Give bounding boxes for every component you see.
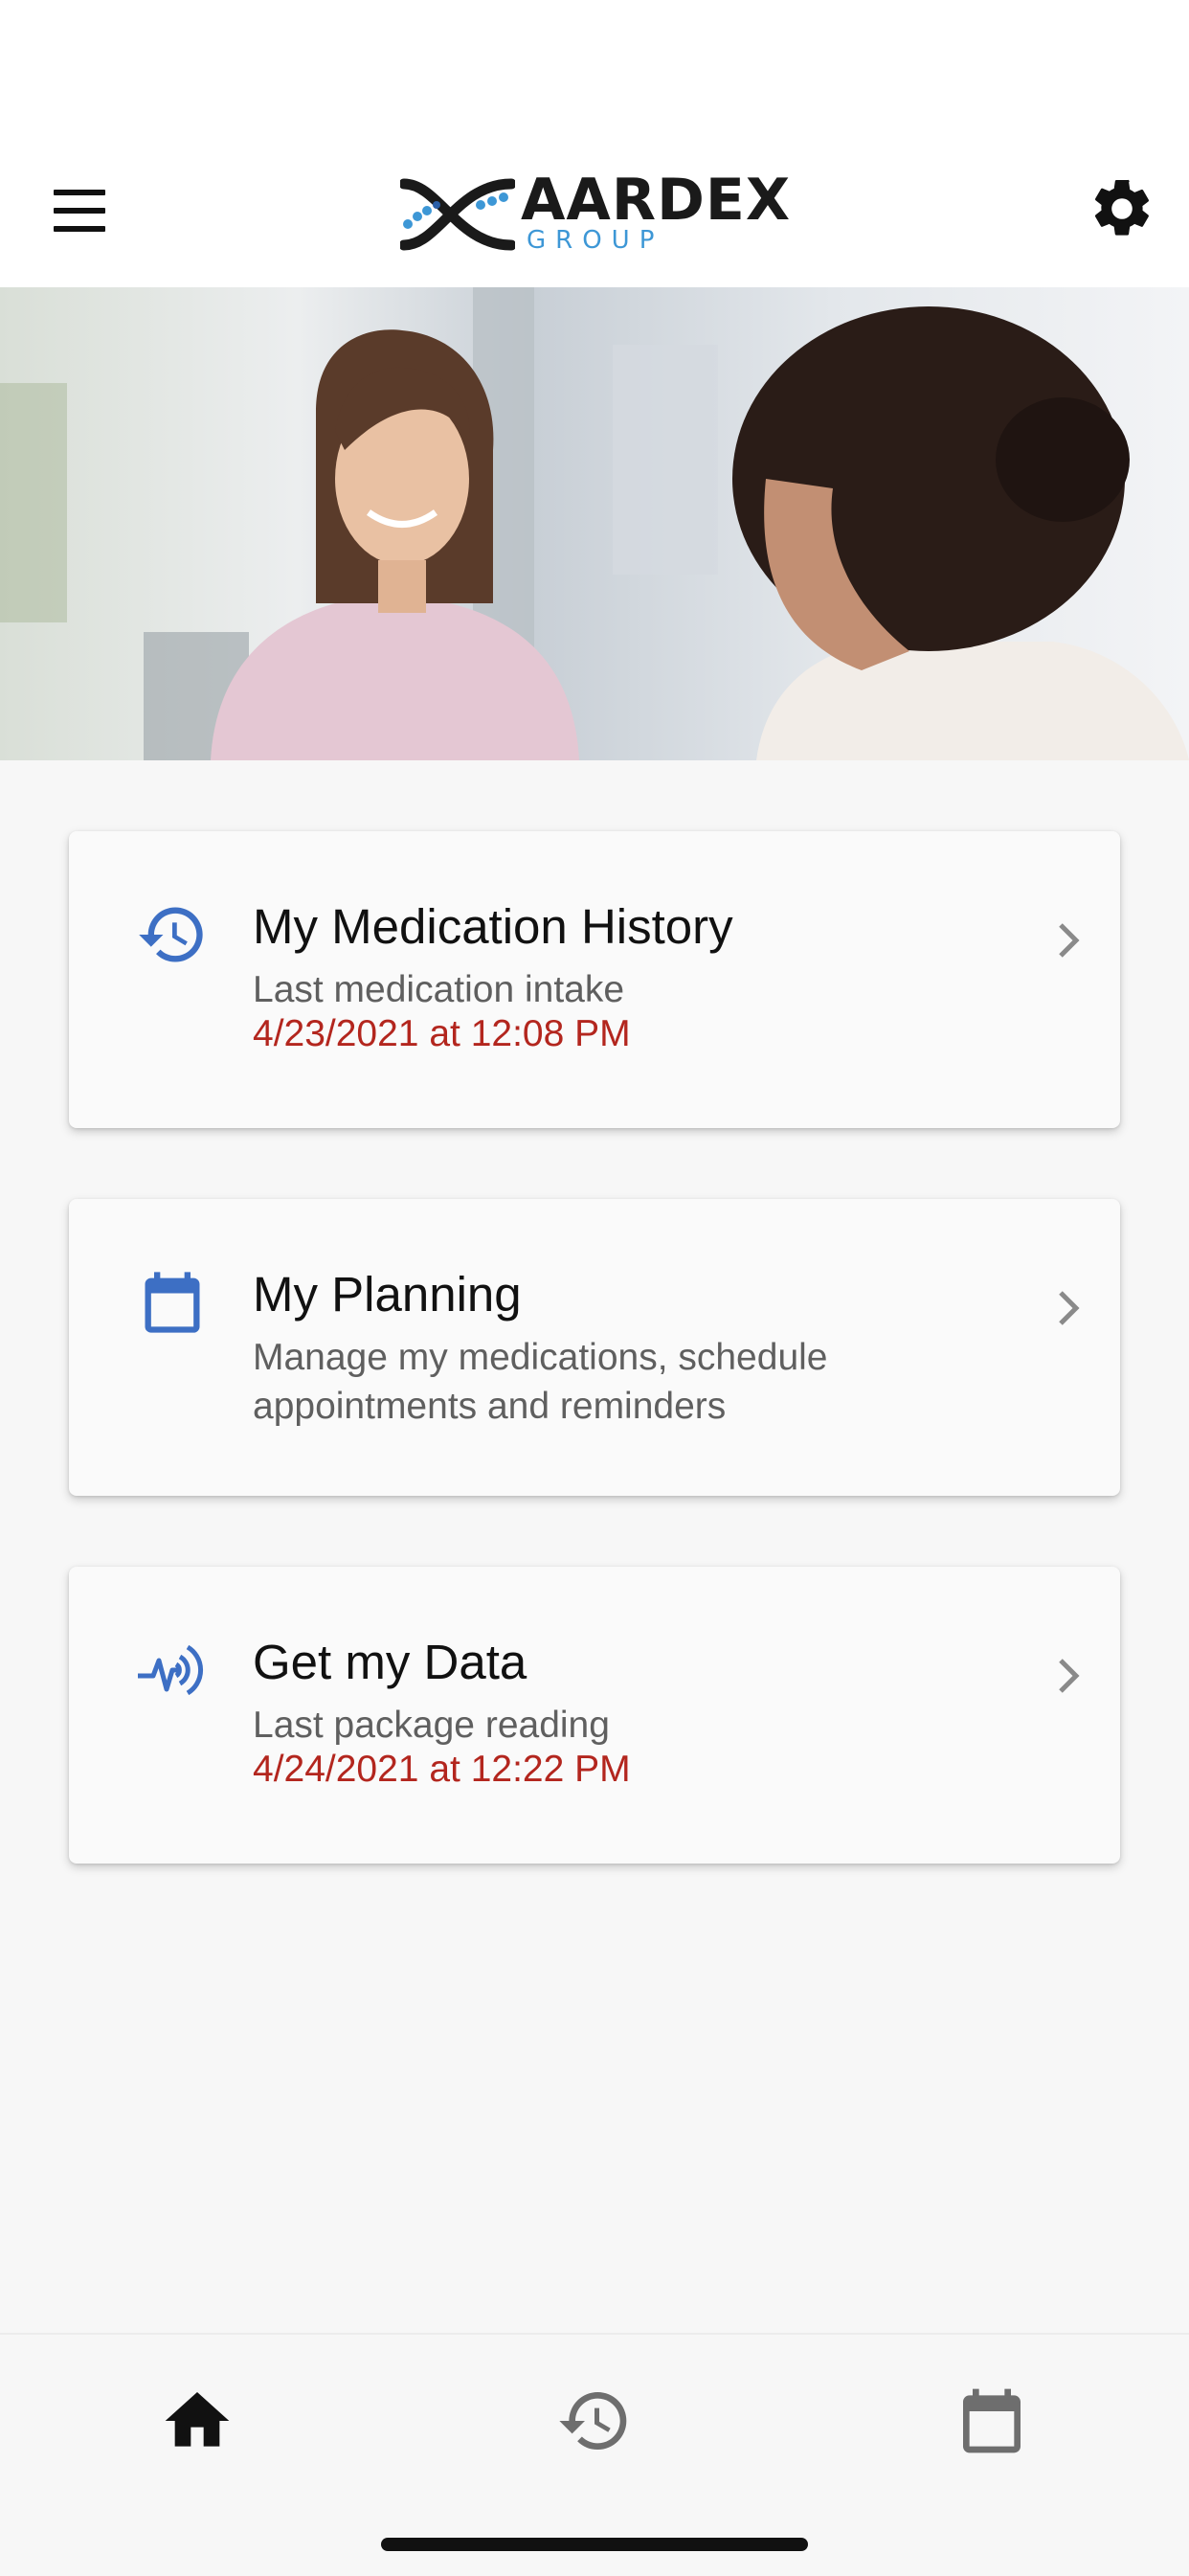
home-icon <box>165 2392 230 2447</box>
home-indicator[interactable] <box>381 2538 808 2551</box>
menu-icon-bar <box>54 208 105 214</box>
history-icon <box>559 2392 627 2450</box>
nav-history[interactable] <box>556 2383 633 2459</box>
logo-subtitle: GROUP <box>527 226 664 255</box>
logo-wordmark: AARDEX <box>521 167 792 234</box>
card-subtitle: Last package reading <box>253 1705 610 1746</box>
card-title: Get my Data <box>253 1635 527 1689</box>
bottom-navigation <box>0 2333 1189 2576</box>
calendar-icon <box>145 1272 200 1333</box>
menu-button[interactable] <box>48 186 115 236</box>
nav-calendar[interactable] <box>953 2383 1030 2459</box>
nav-home[interactable] <box>159 2383 236 2459</box>
chevron-right-icon <box>1059 1291 1080 1325</box>
calendar-icon <box>963 2388 1021 2453</box>
hero-image <box>0 287 1189 760</box>
status-bar <box>0 0 1189 126</box>
last-intake-date: 4/23/2021 at 12:08 PM <box>253 1013 631 1054</box>
menu-icon-bar <box>54 190 105 195</box>
app-header: AARDEX GROUP <box>0 126 1189 287</box>
get-data-card[interactable]: Get my Data Last package reading 4/24/20… <box>69 1567 1120 1864</box>
card-title: My Medication History <box>253 899 733 954</box>
gear-icon <box>1094 179 1150 236</box>
last-reading-date: 4/24/2021 at 12:22 PM <box>253 1749 631 1790</box>
card-title: My Planning <box>253 1267 522 1322</box>
planning-card[interactable]: My Planning Manage my medications, sched… <box>69 1199 1120 1496</box>
consultation-photo <box>0 287 1189 760</box>
card-subtitle: Manage my medications, schedule appointm… <box>253 1337 828 1427</box>
medication-history-card[interactable]: My Medication History Last medication in… <box>69 831 1120 1128</box>
chevron-right-icon <box>1059 923 1080 958</box>
settings-button[interactable] <box>1088 174 1156 243</box>
history-icon <box>139 907 203 962</box>
chevron-right-icon <box>1059 1659 1080 1693</box>
data-reading-icon <box>138 1644 204 1696</box>
card-subtitle: Last medication intake <box>253 969 625 1010</box>
aardex-logo: AARDEX GROUP <box>400 167 793 255</box>
menu-icon-bar <box>54 226 105 232</box>
logo-mark-icon <box>400 178 515 251</box>
